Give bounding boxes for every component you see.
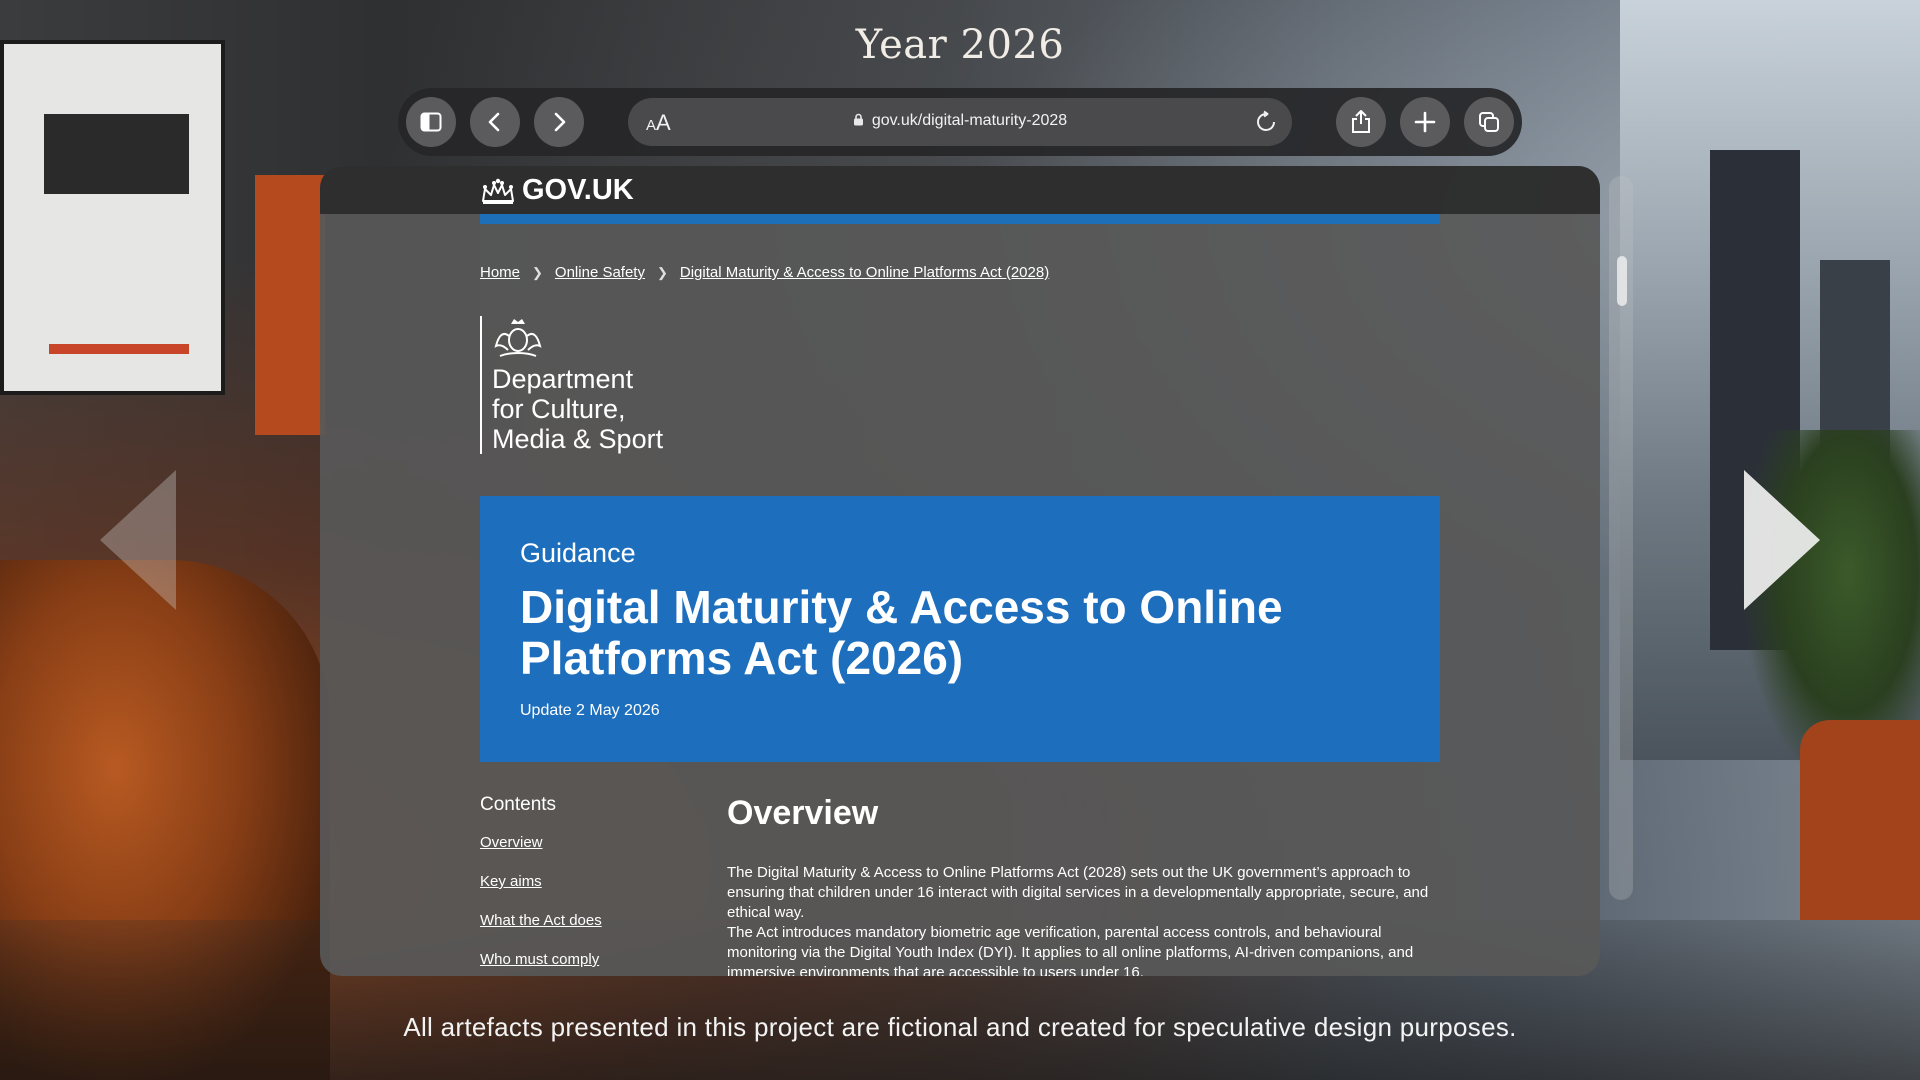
plus-icon <box>1414 111 1436 133</box>
header-accent-stripe <box>480 214 1440 224</box>
updated-date: Update 2 May 2026 <box>520 702 660 719</box>
organisation-name-line: Media & Sport <box>492 424 664 454</box>
overview-heading: Overview <box>727 794 879 832</box>
chevron-right-icon: ❯ <box>532 264 543 280</box>
page-scrollbar[interactable] <box>1609 176 1633 900</box>
new-tab-button[interactable] <box>1400 97 1450 147</box>
breadcrumb: Home ❯ Online Safety ❯ Digital Maturity … <box>480 264 1049 281</box>
forward-button[interactable] <box>534 97 584 147</box>
share-button[interactable] <box>1336 97 1386 147</box>
overview-section: Overview The Digital Maturity & Access t… <box>727 794 1437 976</box>
chevron-right-icon: ❯ <box>656 264 668 280</box>
govuk-logo-link[interactable]: GOV.UK <box>480 174 634 207</box>
overview-paragraph: The Digital Maturity & Access to Online … <box>727 864 1429 921</box>
url-text: gov.uk/digital-maturity-2028 <box>871 112 1068 129</box>
sidebar-icon <box>420 112 442 132</box>
previous-slide-arrow[interactable] <box>100 470 176 610</box>
fiction-disclaimer: All artefacts presented in this project … <box>403 1012 1517 1042</box>
contents-link-who-must-comply[interactable]: Who must comply <box>480 951 602 968</box>
page-title-banner: Guidance Digital Maturity & Access to On… <box>480 496 1440 762</box>
contents-link-key-aims[interactable]: Key aims <box>480 873 602 890</box>
reload-icon <box>1257 110 1275 131</box>
organisation-logo-link[interactable]: Department for Culture, Media & Sport <box>480 316 663 454</box>
page-title: Digital Maturity & Access to Online Plat… <box>520 581 1283 684</box>
tabs-overview-button[interactable] <box>1464 97 1514 147</box>
chevron-right-icon <box>554 112 566 132</box>
sidebar-toggle-button[interactable] <box>406 97 456 147</box>
organisation-name-line: Department <box>492 364 634 394</box>
contents-heading: Contents <box>480 794 557 815</box>
breadcrumb-current-page[interactable]: Digital Maturity & Access to Online Plat… <box>680 264 1049 281</box>
breadcrumb-home[interactable]: Home <box>480 264 520 281</box>
background-plant-pot <box>1800 720 1920 920</box>
contents-list: Contents Overview Key aims What the Act … <box>480 794 602 976</box>
url-display[interactable]: gov.uk/digital-maturity-2028 <box>628 112 1292 130</box>
crown-icon <box>482 178 514 204</box>
breadcrumb-online-safety[interactable]: Online Safety <box>555 264 645 281</box>
document-type: Guidance <box>520 538 636 568</box>
back-button[interactable] <box>470 97 520 147</box>
contents-link-overview[interactable]: Overview <box>480 834 602 851</box>
address-bar[interactable]: AA gov.uk/digital-maturity-2028 <box>628 98 1292 146</box>
lock-icon <box>853 113 863 126</box>
scrollbar-thumb[interactable] <box>1617 256 1627 306</box>
overview-paragraph: The Act introduces mandatory biometric a… <box>727 924 1414 976</box>
site-name: GOV.UK <box>522 174 634 206</box>
contents-link-what-the-act-does[interactable]: What the Act does <box>480 912 602 929</box>
browser-page: GOV.UK Home ❯ Online Safety ❯ Digital Ma… <box>320 166 1600 976</box>
reload-button[interactable] <box>1254 110 1278 139</box>
share-icon <box>1352 110 1370 133</box>
next-slide-arrow[interactable] <box>1744 470 1820 610</box>
organisation-name-line: for Culture, <box>492 394 626 424</box>
background-poster <box>0 40 225 395</box>
royal-crest-icon <box>494 319 542 357</box>
browser-toolbar: AA gov.uk/digital-maturity-2028 <box>398 88 1522 156</box>
tabs-icon <box>1479 112 1499 132</box>
year-title: Year 2026 <box>855 22 1065 68</box>
gov-header: GOV.UK <box>320 166 1600 214</box>
chevron-left-icon <box>488 112 500 132</box>
background-red-book <box>255 175 325 435</box>
